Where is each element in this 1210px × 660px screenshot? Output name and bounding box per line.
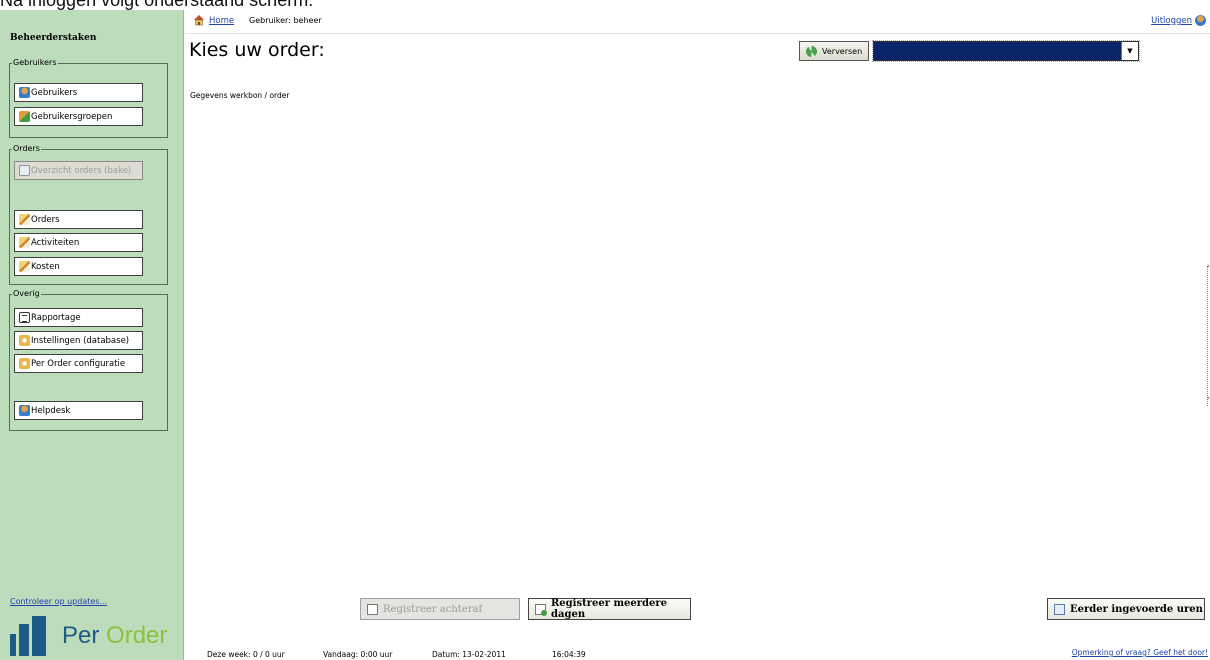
logo-icon bbox=[10, 616, 52, 656]
order-select[interactable]: ▼ bbox=[872, 40, 1140, 62]
sidebar-item-label: Instellingen (database) bbox=[31, 335, 130, 346]
settings-icon bbox=[19, 358, 30, 369]
sidebar-item-label: Per Order configuratie bbox=[31, 358, 126, 369]
sidebar-item-activiteiten[interactable]: Activiteiten bbox=[14, 233, 143, 252]
sidebar-item-kosten[interactable]: Kosten bbox=[14, 257, 143, 276]
earlier-hours-button[interactable]: Eerder ingevoerde uren bbox=[1047, 598, 1205, 620]
user-icon bbox=[19, 405, 30, 416]
logout-link[interactable]: Uitloggen bbox=[1151, 16, 1192, 26]
chevron-right-icon: › bbox=[1207, 394, 1210, 402]
refresh-icon bbox=[806, 46, 817, 57]
group-legend: Overig bbox=[12, 289, 41, 299]
register-later-label: Registreer achteraf bbox=[383, 603, 483, 615]
logo-text-order: Order bbox=[106, 622, 168, 649]
pencil-icon bbox=[19, 214, 30, 225]
pencil-icon bbox=[19, 261, 30, 272]
sidebar-item-instellingen[interactable]: Instellingen (database) bbox=[14, 331, 143, 350]
settings-icon bbox=[19, 335, 30, 346]
sidebar-item-label: Gebruikersgroepen bbox=[31, 111, 113, 122]
home-link[interactable]: Home bbox=[209, 16, 234, 26]
sidebar-item-label: Activiteiten bbox=[31, 237, 80, 248]
feedback-link[interactable]: Opmerking of vraag? Geef het door! bbox=[1072, 648, 1208, 657]
sidebar-item-per-order-configuratie[interactable]: Per Order configuratie bbox=[14, 354, 143, 373]
sidebar-item-label: Kosten bbox=[31, 261, 60, 272]
pencil-icon bbox=[19, 237, 30, 248]
group-legend: Orders bbox=[12, 144, 41, 154]
calendar-icon bbox=[1054, 604, 1065, 615]
sidebar-item-gebruikersgroepen[interactable]: Gebruikersgroepen bbox=[14, 107, 143, 126]
report-icon bbox=[19, 312, 30, 323]
logo: Per Order bbox=[62, 621, 167, 651]
refresh-button-label: Verversen bbox=[822, 46, 863, 56]
user-icon bbox=[19, 87, 30, 98]
status-time: 16:04:39 bbox=[552, 650, 586, 659]
sidebar-item-label: Rapportage bbox=[31, 312, 81, 323]
sheet-icon bbox=[19, 165, 30, 176]
user-group-icon bbox=[19, 111, 30, 122]
register-multiple-days-label: Registreer meerdere dagen bbox=[551, 598, 668, 620]
chevron-down-icon[interactable]: ▼ bbox=[1121, 42, 1138, 60]
chevron-right-icon: › bbox=[1207, 262, 1210, 270]
current-user-label: Gebruiker: beheer bbox=[249, 16, 322, 25]
section-label-werkbon: Gegevens werkbon / order bbox=[190, 91, 290, 100]
group-legend: Gebruikers bbox=[12, 58, 58, 68]
sidebar-item-gebruikers[interactable]: Gebruikers bbox=[14, 83, 143, 102]
document-icon bbox=[367, 604, 378, 615]
sidebar-item-label: Gebruikers bbox=[31, 87, 78, 98]
sidebar-item-label: Overzicht orders (bake) bbox=[31, 165, 132, 176]
earlier-hours-label: Eerder ingevoerde uren bbox=[1070, 603, 1203, 615]
check-updates-link[interactable]: Controleer op updates... bbox=[10, 597, 107, 606]
sidebar: Beheerderstaken Gebruikers Gebruikers Ge… bbox=[0, 10, 184, 660]
sidebar-item-overzicht-orders: Overzicht orders (bake) bbox=[14, 161, 143, 180]
status-week: Deze week: 0 / 0 uur bbox=[207, 650, 285, 659]
user-icon bbox=[1195, 15, 1206, 26]
register-multiple-days-button[interactable]: Registreer meerdere dagen bbox=[528, 598, 691, 620]
sidebar-item-label: Helpdesk bbox=[31, 405, 71, 416]
document-add-icon bbox=[535, 604, 547, 616]
top-bar: Home Gebruiker: beheer Uitloggen bbox=[185, 10, 1210, 34]
logo-text-per: Per bbox=[62, 622, 100, 649]
register-later-button: Registreer achteraf bbox=[360, 598, 520, 620]
home-icon bbox=[194, 15, 204, 26]
sidebar-title: Beheerderstaken bbox=[10, 33, 97, 43]
sidebar-item-rapportage[interactable]: Rapportage bbox=[14, 308, 143, 327]
sidebar-item-label: Orders bbox=[31, 214, 60, 225]
sidebar-item-orders[interactable]: Orders bbox=[14, 210, 143, 229]
refresh-button[interactable]: Verversen bbox=[799, 41, 869, 61]
status-date: Datum: 13-02-2011 bbox=[432, 650, 506, 659]
status-today: Vandaag: 0:00 uur bbox=[323, 650, 393, 659]
page-title: Kies uw order: bbox=[189, 39, 325, 61]
sidebar-item-helpdesk[interactable]: Helpdesk bbox=[14, 401, 143, 420]
